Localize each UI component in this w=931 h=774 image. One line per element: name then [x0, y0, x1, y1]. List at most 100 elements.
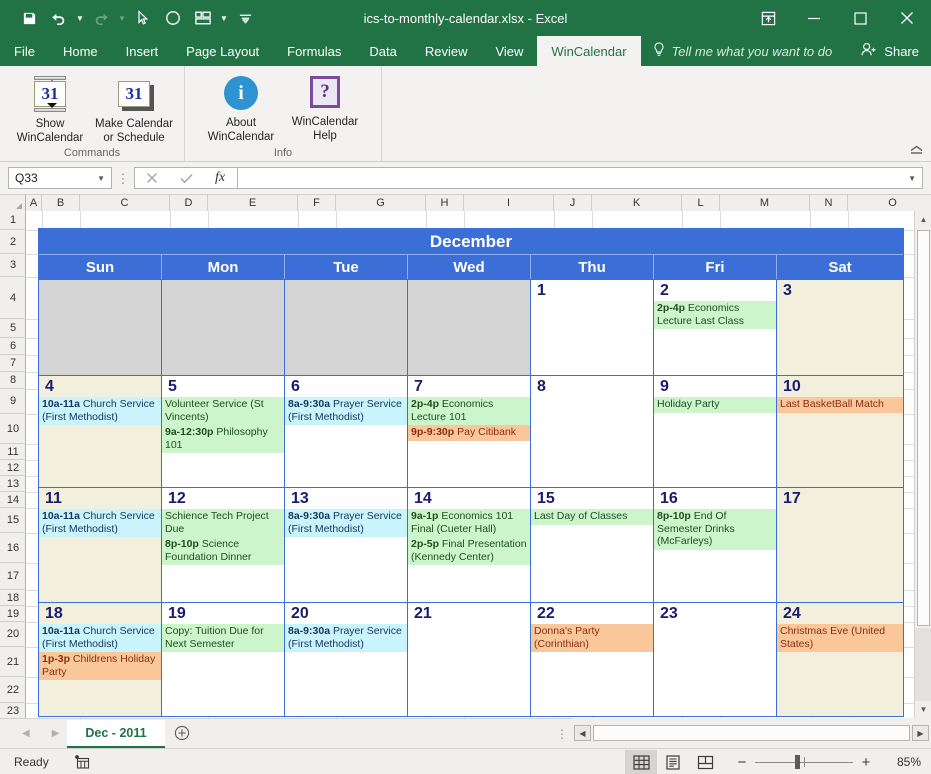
collapse-ribbon-icon[interactable]	[910, 145, 923, 157]
formula-input[interactable]: ▼	[237, 167, 923, 189]
enter-formula-icon[interactable]	[169, 168, 203, 188]
circle-icon[interactable]	[158, 4, 188, 32]
calendar-day-cell[interactable]: 1	[531, 279, 654, 375]
undo-icon[interactable]	[44, 4, 74, 32]
calendar-event[interactable]: 8a-9:30a Prayer Service (First Methodist…	[285, 509, 407, 537]
name-box-caret-icon[interactable]: ▼	[97, 174, 105, 183]
tab-insert[interactable]: Insert	[112, 36, 173, 66]
normal-view-icon[interactable]	[625, 750, 657, 774]
calendar-day-cell[interactable]: 24Christmas Eve (United States)	[777, 602, 903, 716]
share-button[interactable]: Share	[861, 36, 919, 66]
calendar-day-cell[interactable]: 12 Schience Tech Project Due8p-10p Scien…	[162, 487, 285, 602]
row-header-15[interactable]: 15	[0, 508, 26, 533]
scroll-left-icon[interactable]: ◀	[574, 725, 591, 741]
sheet-tab-dec-2011[interactable]: Dec - 2011	[67, 720, 164, 748]
calendar-event[interactable]: Last Day of Classes	[531, 509, 653, 525]
row-header-22[interactable]: 22	[0, 677, 26, 703]
calendar-day-cell[interactable]: 208a-9:30a Prayer Service (First Methodi…	[285, 602, 408, 716]
calendar-day-cell[interactable]: 68a-9:30a Prayer Service (First Methodis…	[285, 375, 408, 487]
tab-view[interactable]: View	[481, 36, 537, 66]
show-wincalendar-button[interactable]: 31 Show WinCalendar	[8, 70, 92, 145]
row-header-11[interactable]: 11	[0, 444, 26, 460]
column-header-i[interactable]: I	[464, 195, 554, 211]
minimize-icon[interactable]	[791, 0, 837, 36]
calendar-day-cell[interactable]: 15Last Day of Classes	[531, 487, 654, 602]
vertical-scroll-thumb[interactable]	[917, 230, 930, 626]
calendar-event[interactable]: 8p-10p Science Foundation Dinner	[162, 537, 284, 565]
tab-home[interactable]: Home	[49, 36, 112, 66]
calendar-event[interactable]: 2p-4p Economics Lecture 101	[408, 397, 530, 425]
calendar-day-cell[interactable]: 22p-4p Economics Lecture Last Class	[654, 279, 777, 375]
calendar-day-cell[interactable]: 5 Volunteer Service (St Vincents)9a-12:3…	[162, 375, 285, 487]
calendar-event[interactable]: 10a-11a Church Service (First Methodist)	[39, 624, 161, 652]
calendar-event[interactable]: 10a-11a Church Service (First Methodist)	[39, 397, 161, 425]
calendar-day-cell[interactable]: 72p-4p Economics Lecture 1019p-9:30p Pay…	[408, 375, 531, 487]
layout-icon[interactable]	[188, 4, 218, 32]
calendar-day-cell[interactable]: 22Donna's Party (Corinthian)	[531, 602, 654, 716]
row-header-8[interactable]: 8	[0, 372, 26, 389]
calendar-event[interactable]: 9p-9:30p Pay Citibank	[408, 425, 530, 441]
name-box[interactable]: Q33 ▼	[8, 167, 112, 189]
calendar-event[interactable]: Copy: Tuition Due for Next Semester	[162, 624, 284, 652]
add-sheet-icon[interactable]	[165, 718, 199, 748]
column-header-j[interactable]: J	[554, 195, 592, 211]
row-header-3[interactable]: 3	[0, 254, 26, 277]
column-header-e[interactable]: E	[208, 195, 298, 211]
tab-data[interactable]: Data	[355, 36, 410, 66]
horizontal-scrollbar[interactable]: ◀ ▶	[572, 718, 931, 748]
calendar-day-cell-empty[interactable]	[285, 279, 408, 375]
calendar-day-cell[interactable]: 149a-1p Economics 101 Final (Cueter Hall…	[408, 487, 531, 602]
column-header-d[interactable]: D	[170, 195, 208, 211]
formula-bar-expand-caret-icon[interactable]: ▼	[908, 174, 916, 183]
calendar-event[interactable]: Schience Tech Project Due	[162, 509, 284, 537]
calendar-event[interactable]: 8p-10p End Of Semester Drinks (McFarleys…	[654, 509, 776, 550]
close-icon[interactable]	[883, 0, 931, 36]
scroll-down-icon[interactable]: ▼	[915, 701, 931, 718]
column-header-h[interactable]: H	[426, 195, 464, 211]
row-header-4[interactable]: 4	[0, 277, 26, 319]
next-sheet-icon[interactable]: ▶	[52, 728, 60, 739]
calendar-event[interactable]: 8a-9:30a Prayer Service (First Methodist…	[285, 397, 407, 425]
row-header-9[interactable]: 9	[0, 389, 26, 414]
row-header-21[interactable]: 21	[0, 647, 26, 677]
calendar-day-cell[interactable]: 138a-9:30a Prayer Service (First Methodi…	[285, 487, 408, 602]
select-all-corner[interactable]	[0, 195, 26, 211]
calendar-event[interactable]: 9a-12:30p Philosophy 101	[162, 425, 284, 453]
tab-file[interactable]: File	[0, 36, 49, 66]
calendar-day-cell[interactable]: 10Last BasketBall Match	[777, 375, 903, 487]
calendar-event[interactable]: Volunteer Service (St Vincents)	[162, 397, 284, 425]
calendar-event[interactable]: Christmas Eve (United States)	[777, 624, 903, 652]
row-header-20[interactable]: 20	[0, 622, 26, 647]
column-header-g[interactable]: G	[336, 195, 426, 211]
save-icon[interactable]	[14, 4, 44, 32]
row-header-16[interactable]: 16	[0, 533, 26, 563]
layout-dropdown-caret-icon[interactable]: ▼	[218, 4, 230, 32]
vertical-scrollbar[interactable]: ▲ ▼	[914, 211, 931, 718]
calendar-day-cell[interactable]: 23	[654, 602, 777, 716]
calendar-event[interactable]: 2p-5p Final Presentation (Kennedy Center…	[408, 537, 530, 565]
row-header-18[interactable]: 18	[0, 590, 26, 606]
redo-dropdown-caret-icon[interactable]: ▼	[116, 4, 128, 32]
calendar-day-cell[interactable]: 1110a-11a Church Service (First Methodis…	[39, 487, 162, 602]
calendar-day-cell[interactable]: 8	[531, 375, 654, 487]
calendar-day-cell-empty[interactable]	[408, 279, 531, 375]
tab-page-layout[interactable]: Page Layout	[172, 36, 273, 66]
vertical-scroll-track[interactable]	[915, 628, 931, 701]
calendar-day-cell-empty[interactable]	[162, 279, 285, 375]
row-header-6[interactable]: 6	[0, 338, 26, 355]
column-header-a[interactable]: A	[26, 195, 42, 211]
calendar-day-cell[interactable]: 17	[777, 487, 903, 602]
column-header-k[interactable]: K	[592, 195, 682, 211]
row-header-5[interactable]: 5	[0, 319, 26, 338]
calendar-day-cell[interactable]: 19 Copy: Tuition Due for Next Semester	[162, 602, 285, 716]
column-header-l[interactable]: L	[682, 195, 720, 211]
column-header-b[interactable]: B	[42, 195, 80, 211]
scroll-up-icon[interactable]: ▲	[915, 211, 931, 228]
make-calendar-button[interactable]: 31 Make Calendar or Schedule	[92, 70, 176, 145]
calendar-event[interactable]: 8a-9:30a Prayer Service (First Methodist…	[285, 624, 407, 652]
column-header-m[interactable]: M	[720, 195, 810, 211]
row-header-23[interactable]: 23	[0, 703, 26, 718]
calendar-event[interactable]: 10a-11a Church Service (First Methodist)	[39, 509, 161, 537]
calendar-event[interactable]: 2p-4p Economics Lecture Last Class	[654, 301, 776, 329]
tab-formulas[interactable]: Formulas	[273, 36, 355, 66]
